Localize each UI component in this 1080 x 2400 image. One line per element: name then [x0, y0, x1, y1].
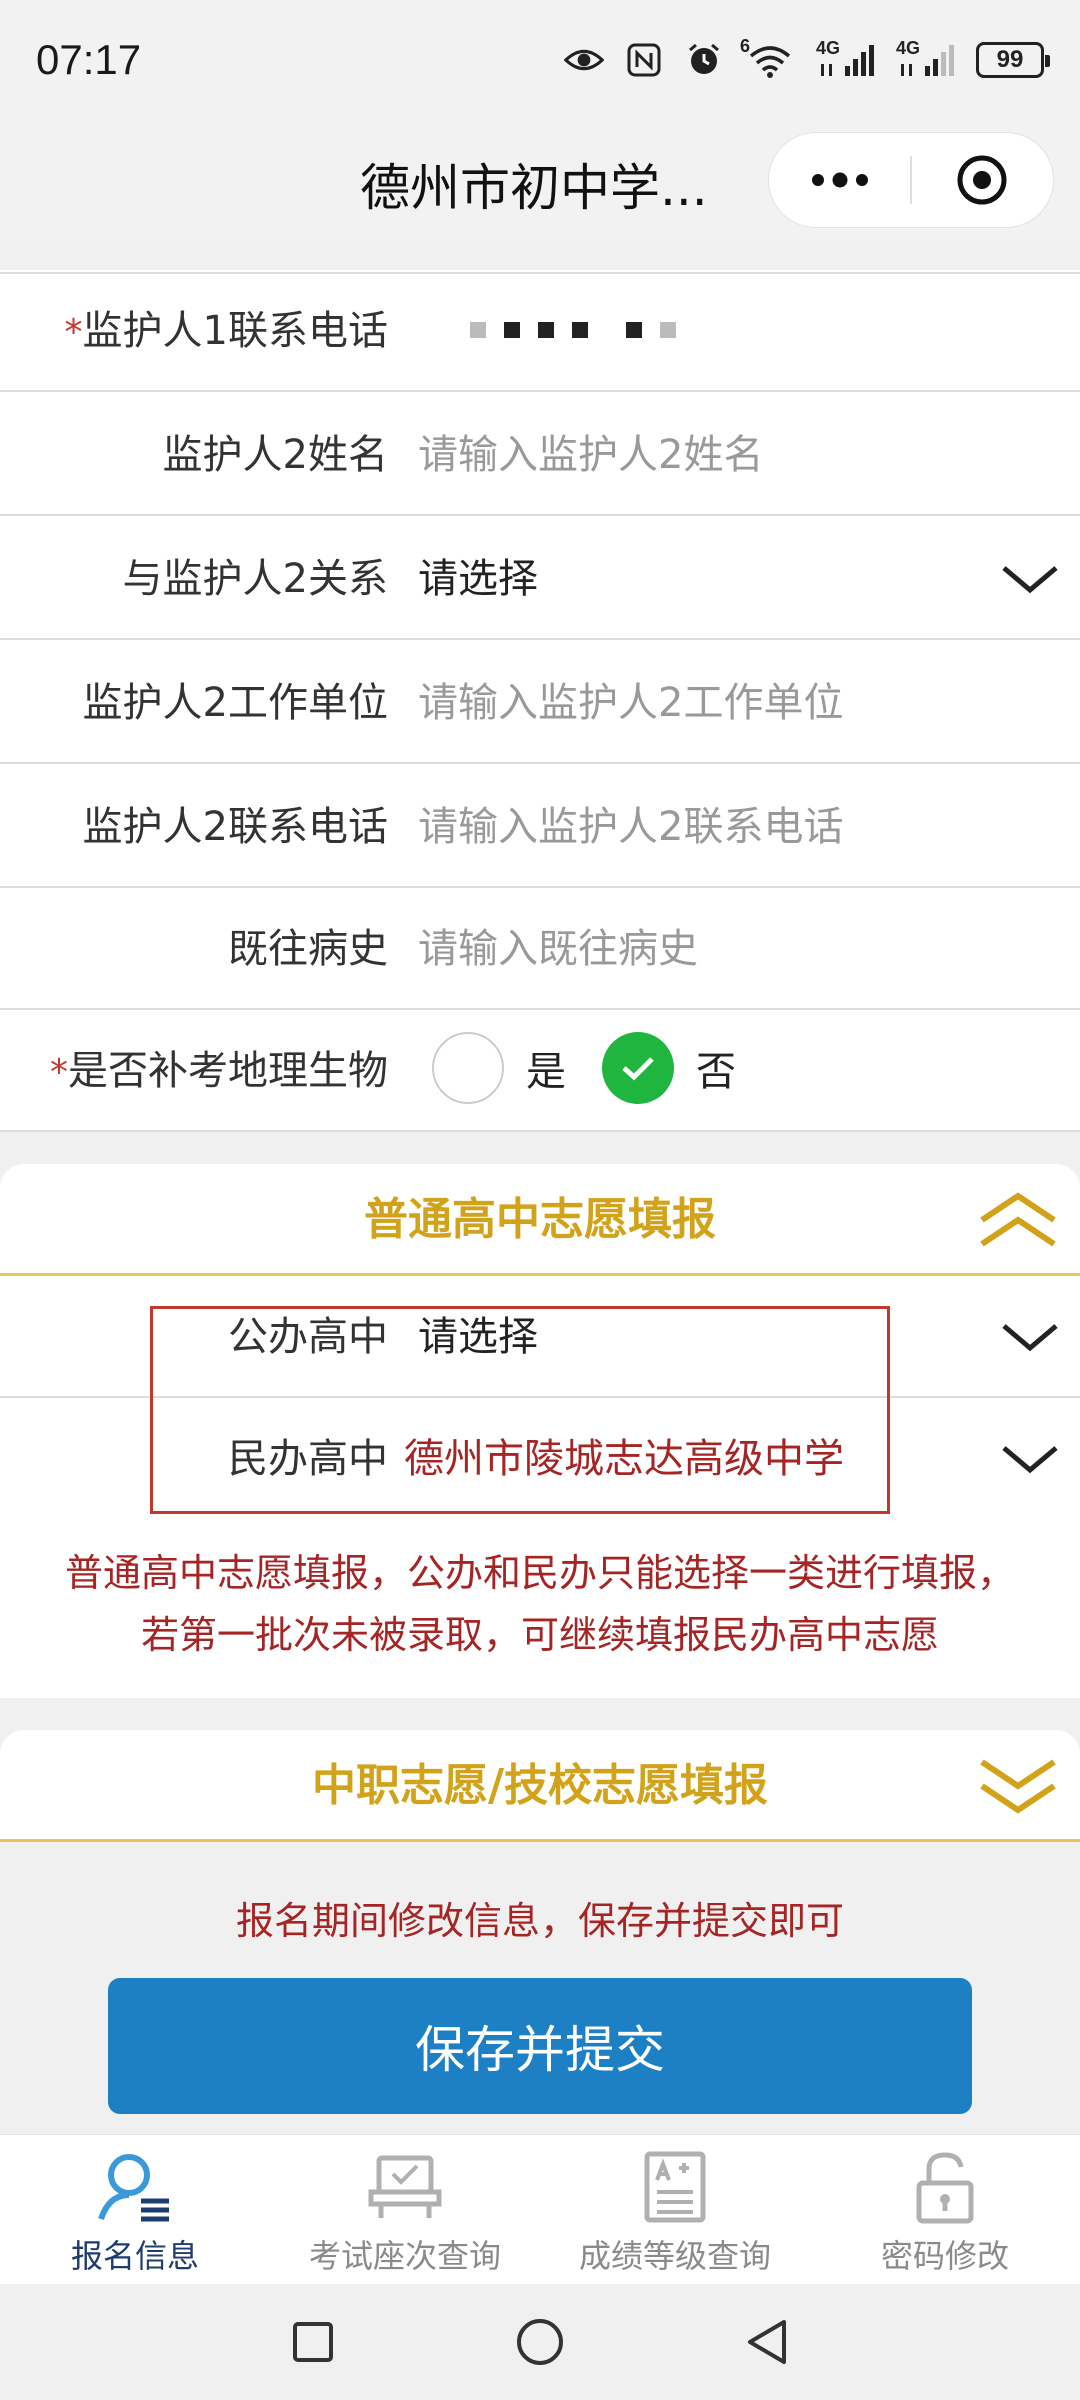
row-guardian1-phone[interactable]: *监护人1联系电话	[0, 270, 1080, 392]
status-icons: 6 4G 4G 99	[564, 36, 1050, 80]
wifi-icon: 6	[740, 36, 796, 80]
vocational-section: 中职志愿/技校志愿填报	[0, 1730, 1080, 1842]
triangle-back-icon	[747, 2320, 786, 2364]
save-submit-button[interactable]: 保存并提交	[108, 1978, 972, 2114]
notice-line-2: 若第一批次未被录取，可继续填报民办高中志愿	[140, 1613, 939, 1657]
signal-label-2: 4G	[896, 38, 921, 58]
tab-label: 报名信息	[70, 2237, 199, 2275]
radio-yes-label[interactable]: 是	[526, 1039, 566, 1097]
status-bar: 07:17 6 4G 4G 99	[0, 0, 1080, 120]
high-school-section-header[interactable]: 普通高中志愿填报	[0, 1164, 1080, 1276]
medical-history-input[interactable]	[418, 914, 1038, 984]
more-dots-icon	[811, 172, 868, 188]
nfc-icon	[624, 40, 664, 80]
row-guardian2-work: 监护人2工作单位	[0, 642, 1080, 764]
seat-icon	[365, 2149, 445, 2225]
row-guardian2-relation[interactable]: 与监护人2关系 请选择	[0, 518, 1080, 640]
alarm-icon	[684, 40, 724, 80]
chevron-down-icon	[1002, 1446, 1058, 1474]
radio-yes[interactable]	[432, 1032, 504, 1104]
label-medical-history: 既往病史	[228, 926, 388, 972]
save-info-text: 报名期间修改信息，保存并提交即可	[235, 1899, 844, 1943]
system-nav-bar	[0, 2284, 1080, 2400]
tab-label: 密码修改	[880, 2237, 1009, 2275]
makeup-exam-radio-group: 是 否	[432, 1032, 772, 1104]
vocational-section-title: 中职志愿/技校志愿填报	[311, 1760, 769, 1811]
label-guardian2-relation: 与监护人2关系	[122, 556, 388, 602]
signal-icon: 4G	[816, 38, 876, 80]
signal-icon-2: 4G	[896, 38, 956, 80]
row-medical-history: 既往病史	[0, 888, 1080, 1010]
label-guardian2-name: 监护人2姓名	[162, 432, 388, 478]
guardian2-name-input[interactable]	[418, 420, 1038, 490]
highlight-annotation-box	[150, 1306, 890, 1514]
close-program-button[interactable]	[912, 132, 1053, 228]
guardian2-relation-value: 请选择	[418, 556, 538, 602]
row-guardian2-name: 监护人2姓名	[0, 394, 1080, 516]
back-button[interactable]	[735, 2310, 799, 2374]
form-card: *监护人1联系电话 监护人2姓名 与监护人2关系 请选择 监护人2工作单位 监护…	[0, 270, 1080, 1132]
label-makeup-exam: *是否补考地理生物	[50, 1048, 388, 1094]
required-mark: *	[50, 1052, 68, 1093]
tab-grade-query[interactable]: 成绩等级查询	[540, 2135, 810, 2284]
more-button[interactable]	[769, 132, 910, 228]
page-title: 德州市初中学...	[360, 159, 708, 217]
square-icon	[293, 2322, 334, 2362]
guardian2-work-input[interactable]	[418, 668, 1038, 738]
label-guardian1-phone: *监护人1联系电话	[64, 308, 388, 354]
signal-label: 4G	[816, 38, 841, 58]
tab-label: 考试座次查询	[308, 2237, 501, 2275]
row-makeup-exam: *是否补考地理生物 是 否	[0, 1010, 1080, 1132]
high-school-section-title: 普通高中志愿填报	[364, 1194, 716, 1245]
circle-icon	[516, 2319, 563, 2365]
recents-button[interactable]	[281, 2310, 345, 2374]
masked-phone-value	[470, 322, 676, 338]
collapse-arrows-icon[interactable]	[976, 1186, 1060, 1254]
wifi-label: 6	[740, 36, 751, 56]
title-bar: 德州市初中学...	[0, 120, 1080, 240]
eye-icon	[564, 40, 604, 80]
label-guardian2-phone: 监护人2联系电话	[82, 804, 388, 850]
checkmark-icon	[622, 1057, 654, 1081]
home-button[interactable]	[508, 2310, 572, 2374]
person-list-icon	[95, 2149, 175, 2225]
chevron-down-icon	[1002, 566, 1058, 594]
guardian2-phone-input[interactable]	[418, 792, 1038, 862]
status-time: 07:17	[36, 36, 142, 83]
radio-no[interactable]	[602, 1032, 674, 1104]
tab-label: 成绩等级查询	[578, 2237, 771, 2275]
tab-password-change[interactable]: 密码修改	[810, 2135, 1080, 2284]
target-circle-icon	[957, 155, 1007, 205]
mini-program-capsule	[768, 132, 1054, 228]
required-mark: *	[64, 312, 83, 353]
high-school-notice: 普通高中志愿填报，公办和民办只能选择一类进行填报， 若第一批次未被录取，可继续填…	[0, 1518, 1080, 1698]
label-guardian2-work: 监护人2工作单位	[82, 680, 388, 726]
notice-line-1: 普通高中志愿填报，公办和民办只能选择一类进行填报，	[64, 1551, 1015, 1595]
expand-arrows-icon[interactable]	[976, 1752, 1060, 1820]
tab-registration-info[interactable]: 报名信息	[0, 2135, 270, 2284]
vocational-section-header[interactable]: 中职志愿/技校志愿填报	[0, 1730, 1080, 1842]
row-guardian2-phone: 监护人2联系电话	[0, 766, 1080, 888]
radio-no-label[interactable]: 否	[696, 1039, 736, 1097]
battery-icon: 99	[976, 42, 1050, 78]
bottom-tab-bar: 报名信息 考试座次查询 成绩等级查询 密码修改	[0, 2134, 1080, 2284]
grade-doc-icon	[635, 2149, 715, 2225]
lock-icon	[905, 2149, 985, 2225]
chevron-down-icon	[1002, 1324, 1058, 1352]
tab-seat-query[interactable]: 考试座次查询	[270, 2135, 540, 2284]
